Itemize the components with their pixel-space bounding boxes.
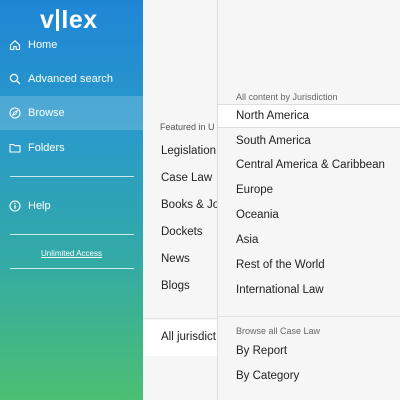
category-blogs[interactable]: Blogs (161, 280, 190, 292)
sidebar-item-browse[interactable]: Browse (0, 96, 143, 130)
category-dockets[interactable]: Dockets (161, 226, 203, 238)
jurisdiction-south-america[interactable]: South America (218, 129, 400, 153)
category-news[interactable]: News (161, 253, 190, 265)
caselaw-by-report[interactable]: By Report (218, 339, 400, 363)
category-case-law[interactable]: Case Law (161, 172, 212, 184)
sidebar-item-label: Home (28, 39, 58, 51)
category-legislation[interactable]: Legislation (161, 145, 216, 157)
unlimited-access-link[interactable]: Unlimited Access (0, 249, 143, 258)
caselaw-by-category[interactable]: By Category (218, 364, 400, 388)
sidebar-item-help[interactable]: Help (0, 189, 143, 223)
sidebar-item-home[interactable]: Home (0, 28, 143, 62)
home-icon (8, 38, 22, 52)
sidebar-item-label: Browse (28, 107, 65, 119)
featured-heading: Featured in U (160, 122, 215, 132)
sidebar-item-advanced-search[interactable]: Advanced search (0, 62, 143, 96)
sidebar-item-label: Help (28, 200, 51, 212)
right-divider (218, 316, 400, 317)
sidebar-divider (10, 176, 134, 177)
jurisdiction-asia[interactable]: Asia (218, 228, 400, 252)
category-books-journals[interactable]: Books & Jo (161, 199, 217, 211)
folder-icon (8, 141, 22, 155)
jurisdiction-international-law[interactable]: International Law (218, 278, 400, 302)
sidebar: v lex Home Advanced search Browse Folders… (0, 0, 143, 400)
caselaw-heading: Browse all Case Law (236, 326, 321, 336)
search-icon (8, 72, 22, 86)
all-jurisdictions-label[interactable]: All jurisdict (161, 331, 216, 343)
sidebar-item-folders[interactable]: Folders (0, 131, 143, 165)
jurisdiction-heading: All content by Jurisdiction (236, 92, 338, 102)
sidebar-item-label: Advanced search (28, 73, 113, 85)
browse-categories-panel: Featured in U Legislation Case Law Books… (143, 0, 217, 400)
jurisdiction-rest-of-world[interactable]: Rest of the World (218, 253, 400, 277)
info-icon (8, 199, 22, 213)
middle-divider (143, 318, 217, 319)
compass-icon (8, 106, 22, 120)
jurisdiction-panel: All content by Jurisdiction North Americ… (217, 0, 400, 400)
jurisdiction-north-america[interactable]: North America (218, 104, 400, 128)
sidebar-divider (10, 234, 134, 235)
jurisdiction-europe[interactable]: Europe (218, 178, 400, 202)
sidebar-divider (10, 268, 134, 269)
jurisdiction-oceania[interactable]: Oceania (218, 203, 400, 227)
jurisdiction-central-america-caribbean[interactable]: Central America & Caribbean (218, 153, 400, 177)
sidebar-item-label: Folders (28, 142, 65, 154)
